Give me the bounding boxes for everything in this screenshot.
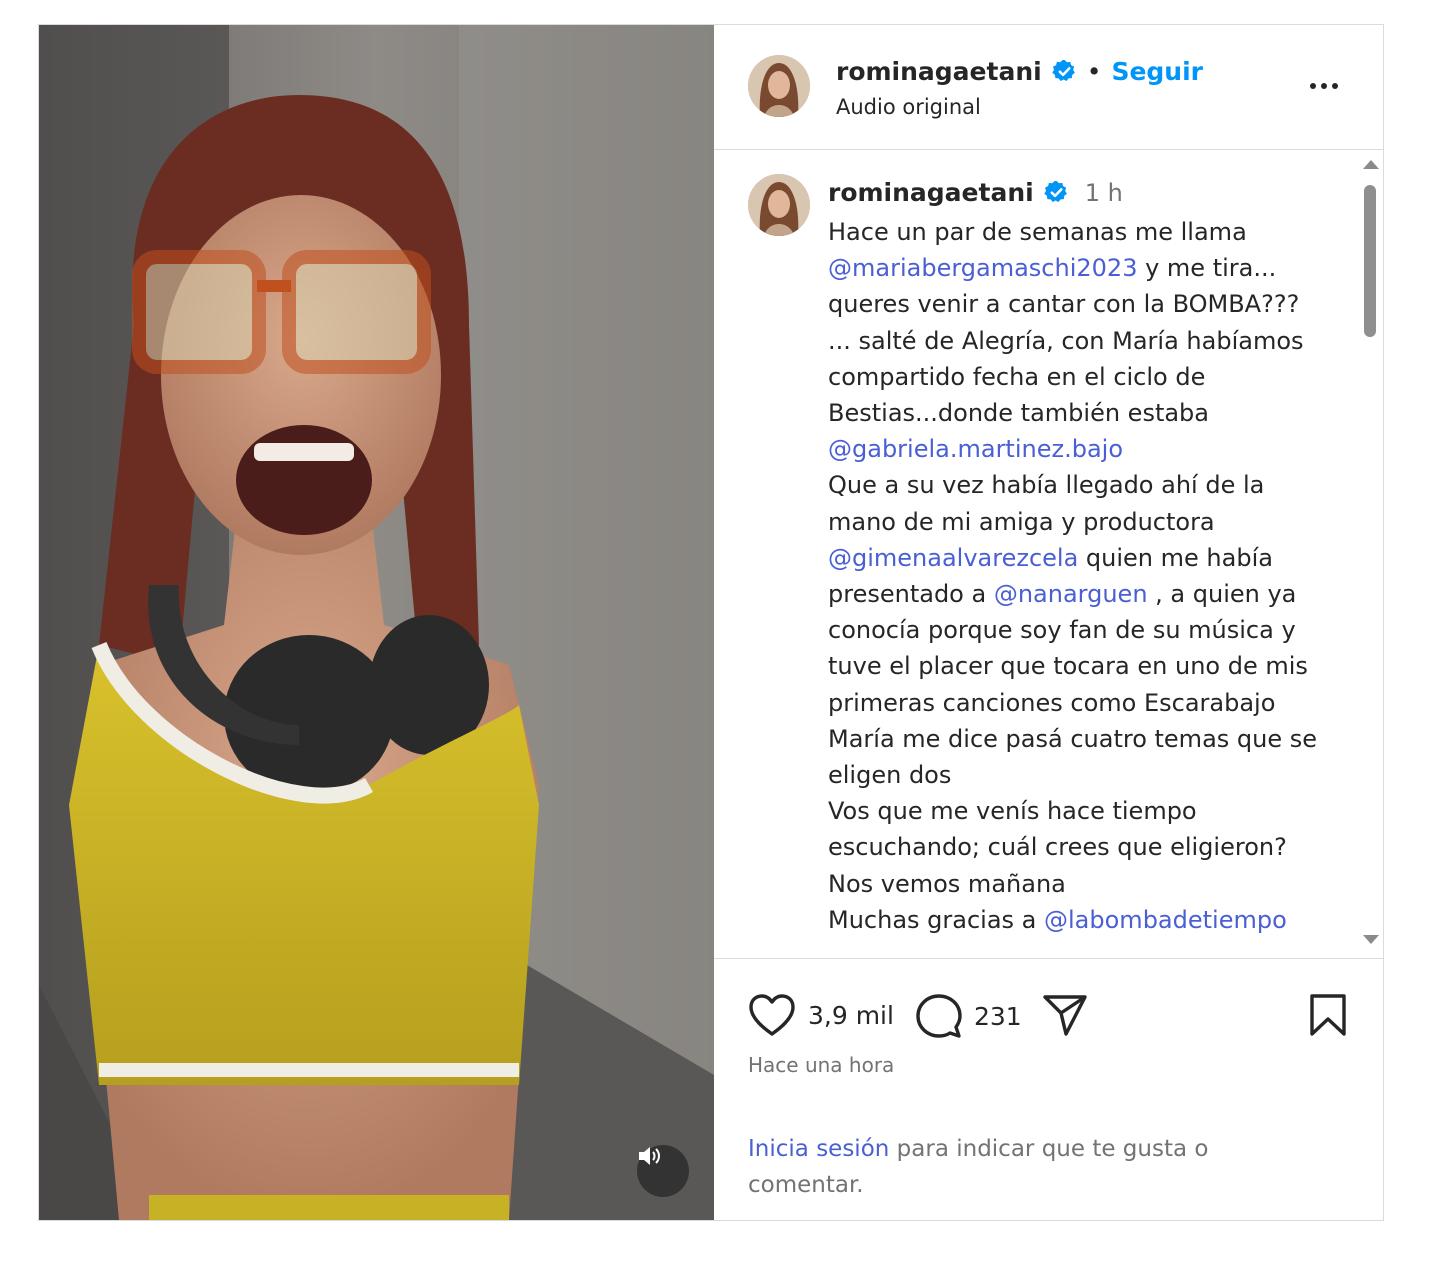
caption-line: @mariabergamaschi2023 y me tira... xyxy=(828,250,1333,286)
comment-count[interactable]: 231 xyxy=(974,1002,1022,1031)
heart-icon xyxy=(749,994,795,1036)
verified-badge-icon xyxy=(1051,59,1075,82)
post-header: rominagaetani • Seguir Audio original xyxy=(714,25,1383,150)
post-video[interactable] xyxy=(39,25,714,1220)
caption-line: Hace un par de semanas me llama xyxy=(828,214,1333,250)
scrollbar-thumb[interactable] xyxy=(1364,185,1376,337)
caption-line: primeras canciones como Escarabajo xyxy=(828,685,1333,721)
like-button[interactable]: 3,9 mil xyxy=(748,993,894,1037)
caption-text-segment: escuchando; cuál crees que eligieron? xyxy=(828,833,1287,862)
caption-text-segment: tuve el placer que tocara en uno de mis xyxy=(828,652,1308,681)
caption-line: mano de mi amiga y productora xyxy=(828,504,1333,540)
mention-link[interactable]: @mariabergamaschi2023 xyxy=(828,254,1137,282)
follow-button[interactable]: Seguir xyxy=(1111,57,1203,86)
post-side-panel: rominagaetani • Seguir Audio original ro… xyxy=(714,25,1383,1220)
caption-text-segment: Muchas gracias a xyxy=(828,905,1045,934)
mention-link[interactable]: @gimenaalvarezcela xyxy=(828,544,1078,572)
caption-text-segment: primeras canciones como Escarabajo xyxy=(828,688,1276,717)
caption-text-segment: María me dice pasá cuatro temas que se xyxy=(828,724,1318,753)
audio-label[interactable]: Audio original xyxy=(836,95,981,119)
caption-scrollbar[interactable] xyxy=(1359,160,1379,950)
caption-line: tuve el placer que tocara en uno de mis xyxy=(828,648,1333,684)
caption-author-avatar[interactable] xyxy=(748,174,810,236)
caption-line: compartido fecha en el ciclo de xyxy=(828,359,1333,395)
login-prompt: Inicia sesión para indicar que te gusta … xyxy=(748,1131,1308,1203)
caption-text-segment: Que a su vez había llegado ahí de la xyxy=(828,471,1265,500)
caption-text-segment: quien me había xyxy=(1078,543,1273,572)
scroll-up-arrow-icon[interactable] xyxy=(1363,160,1379,169)
author-username[interactable]: rominagaetani xyxy=(836,57,1042,86)
post-actions: 3,9 mil 231 Hace una hora Inicia sesión … xyxy=(714,958,1383,1221)
caption-line: eligen dos xyxy=(828,757,1333,793)
caption-text-segment: presentado a xyxy=(828,580,994,609)
caption-line: ... salté de Alegría, con María habíamos xyxy=(828,323,1333,359)
caption-line: conocía porque soy fan de su música y xyxy=(828,612,1333,648)
avatar-image xyxy=(748,55,810,117)
avatar-image xyxy=(748,174,810,236)
verified-badge-icon xyxy=(1043,180,1067,203)
caption-text-segment: conocía porque soy fan de su música y xyxy=(828,616,1296,645)
comment-button[interactable]: 231 xyxy=(916,993,1022,1039)
caption-text-segment: ... salté de Alegría, con María habíamos xyxy=(828,326,1304,355)
like-count[interactable]: 3,9 mil xyxy=(808,1001,894,1030)
caption-line: Muchas gracias a @labombadetiempo xyxy=(828,902,1333,938)
caption-line: queres venir a cantar con la BOMBA??? xyxy=(828,286,1333,322)
mention-link[interactable]: @gabriela.martinez.bajo xyxy=(828,435,1123,463)
mention-link[interactable]: @labombadetiempo xyxy=(1044,906,1287,934)
post-timestamp[interactable]: Hace una hora xyxy=(748,1053,894,1077)
caption-line: presentado a @nanarguen , a quien ya xyxy=(828,576,1333,612)
more-options-icon[interactable] xyxy=(1304,71,1344,101)
caption-line: Vos que me venís hace tiempo xyxy=(828,793,1333,829)
caption-text: Hace un par de semanas me llama @mariaber… xyxy=(828,214,1333,938)
caption-text-segment: eligen dos xyxy=(828,761,952,790)
caption-text-segment: Nos vemos mañana xyxy=(828,869,1066,898)
video-frame-image xyxy=(39,25,714,1220)
caption-text-segment: y me tira... xyxy=(1137,254,1277,283)
login-link[interactable]: Inicia sesión xyxy=(748,1136,889,1162)
caption-line: Bestias...donde también estaba xyxy=(828,395,1333,431)
caption-username[interactable]: rominagaetani xyxy=(828,178,1034,207)
instagram-post: rominagaetani • Seguir Audio original ro… xyxy=(38,24,1384,1221)
caption-text-segment: , a quien ya xyxy=(1147,580,1297,609)
caption-text-segment: Hace un par de semanas me llama xyxy=(828,218,1247,246)
scroll-down-arrow-icon[interactable] xyxy=(1363,935,1379,944)
mention-link[interactable]: @nanarguen xyxy=(994,580,1148,608)
caption-line: María me dice pasá cuatro temas que se xyxy=(828,721,1333,757)
caption-line: escuchando; cuál crees que eligieron? xyxy=(828,829,1333,865)
separator-dot: • xyxy=(1086,57,1102,86)
caption-text-segment: mano de mi amiga y productora xyxy=(828,507,1215,536)
caption-text-segment: compartido fecha en el ciclo de xyxy=(828,362,1206,391)
caption-line: @gimenaalvarezcela quien me había xyxy=(828,540,1333,576)
share-button[interactable] xyxy=(1042,993,1088,1037)
comment-bubble-icon xyxy=(916,994,962,1038)
save-button[interactable] xyxy=(1309,993,1347,1037)
caption-line: Nos vemos mañana xyxy=(828,866,1333,902)
paper-plane-icon xyxy=(1043,995,1087,1036)
speaker-icon xyxy=(639,1147,660,1165)
author-avatar[interactable] xyxy=(748,55,810,117)
caption-line: Que a su vez había llegado ahí de la xyxy=(828,467,1333,503)
caption-text-segment: Bestias...donde también estaba xyxy=(828,399,1209,428)
audio-toggle-button[interactable] xyxy=(637,1145,689,1197)
caption-text-segment: queres venir a cantar con la BOMBA??? xyxy=(828,290,1300,319)
caption-text-segment: Vos que me venís hace tiempo xyxy=(828,797,1197,826)
caption-line: @gabriela.martinez.bajo xyxy=(828,431,1333,467)
bookmark-icon xyxy=(1310,994,1346,1036)
caption-section: rominagaetani 1 h Hace un par de semanas… xyxy=(714,150,1383,958)
caption-timestamp[interactable]: 1 h xyxy=(1085,179,1123,207)
